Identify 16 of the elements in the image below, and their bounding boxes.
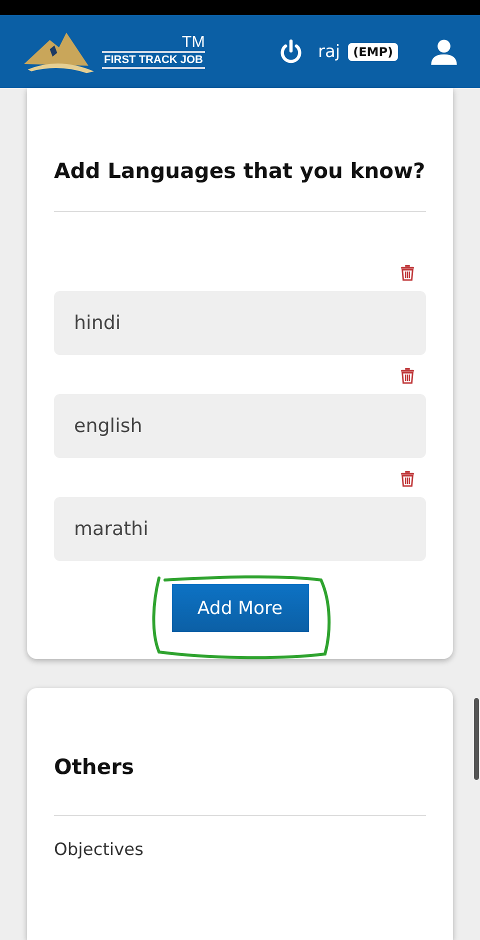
trademark-label: TM — [182, 34, 205, 50]
add-more-button[interactable]: Add More — [172, 584, 308, 632]
user-icon[interactable] — [430, 38, 458, 66]
trash-icon[interactable] — [400, 367, 415, 384]
role-badge: (EMP) — [348, 42, 398, 60]
language-field[interactable]: marathi — [54, 497, 426, 561]
logo-text: FIRST TRACK JOB — [102, 50, 205, 68]
language-field[interactable]: english — [54, 394, 426, 458]
section-link[interactable]: Objectives — [54, 840, 426, 860]
power-icon[interactable] — [278, 38, 304, 64]
user-name: raj — [318, 42, 340, 62]
section-title: Others — [54, 754, 135, 781]
section-title: Add Languages that you know? — [54, 158, 426, 185]
trash-icon[interactable] — [400, 470, 415, 487]
trash-icon[interactable] — [400, 264, 415, 281]
language-field[interactable]: hindi — [54, 291, 426, 355]
